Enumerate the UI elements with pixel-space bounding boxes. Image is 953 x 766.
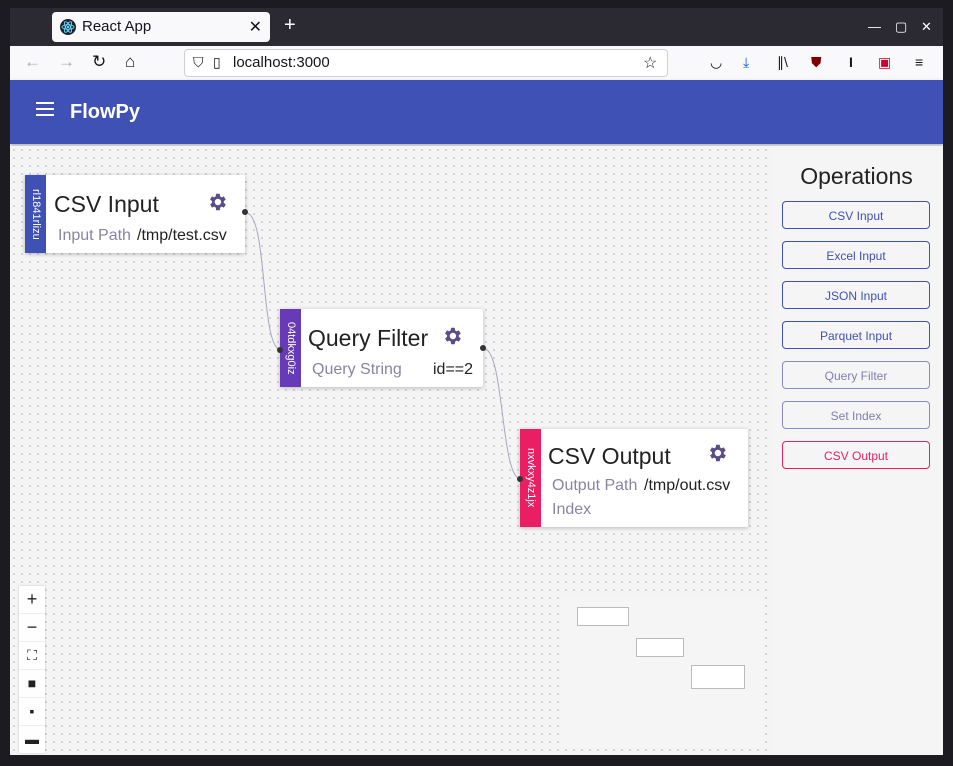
input-handle[interactable]: [517, 476, 523, 482]
forward-icon[interactable]: →: [58, 52, 75, 72]
output-handle[interactable]: [480, 345, 486, 351]
folder-icon[interactable]: ▬: [19, 726, 45, 753]
minimap[interactable]: [561, 596, 763, 748]
operations-sidebar: Operations CSV Input Excel Input JSON In…: [770, 146, 943, 755]
node-csv-output[interactable]: nxvkxy4z1jx CSV Output Output Path /tmp/…: [517, 429, 748, 527]
react-logo-icon: [60, 19, 76, 35]
download-icon[interactable]: ⤓: [743, 54, 749, 71]
sidebar-title: Operations: [800, 163, 913, 189]
node-title: Query Filter: [308, 325, 429, 351]
extension-icon[interactable]: ▣: [878, 54, 891, 71]
output-handle[interactable]: [242, 209, 248, 215]
param-label: Index: [552, 501, 592, 518]
operation-set-index-button[interactable]: Set Index: [782, 401, 930, 429]
hamburger-menu-icon[interactable]: ≡: [915, 54, 923, 70]
gear-icon[interactable]: [706, 442, 728, 469]
operation-query-filter-button[interactable]: Query Filter: [782, 361, 930, 389]
bookmark-star-icon[interactable]: ☆: [643, 53, 657, 73]
url-bar[interactable]: ⛉ ▯ localhost:3000 ☆: [184, 49, 668, 77]
library-icon[interactable]: ∥\: [777, 54, 788, 71]
param-value: /tmp/out.csv: [644, 477, 731, 494]
minimap-node: [636, 638, 684, 657]
navigation-bar: ← → ↻ ⌂ ⛉ ▯ localhost:3000 ☆ ◡ ⤓ ∥\ ⛊ I …: [10, 46, 943, 81]
minimap-node: [691, 665, 745, 689]
minimap-node: [577, 607, 629, 626]
operation-excel-input-button[interactable]: Excel Input: [782, 241, 930, 269]
back-icon[interactable]: ←: [24, 52, 41, 72]
zoom-in-icon[interactable]: +: [19, 586, 45, 614]
pocket-icon[interactable]: ◡: [710, 54, 722, 71]
maximize-icon[interactable]: ▢: [895, 19, 907, 35]
app-title: FlowPy: [70, 101, 141, 123]
gear-icon[interactable]: [441, 325, 463, 352]
node-query-filter[interactable]: 04tdkxg0iz Query Filter Query String id=…: [277, 309, 486, 387]
reload-icon[interactable]: ↻: [92, 52, 106, 72]
node-csv-input[interactable]: rl1841rlizu CSV Input Input Path /tmp/te…: [25, 175, 248, 253]
gear-icon[interactable]: [206, 191, 228, 218]
home-icon[interactable]: ⌂: [125, 52, 135, 72]
menu-icon[interactable]: [36, 102, 54, 116]
edge-query-filter-to-csv-output: [482, 347, 522, 480]
param-label: Output Path: [552, 477, 638, 494]
param-value: id==2: [433, 361, 474, 378]
edge-csv-input-to-query-filter: [245, 212, 282, 351]
shield-icon[interactable]: ⛉: [193, 54, 204, 71]
tab-close-icon[interactable]: ✕: [249, 17, 262, 37]
close-window-icon[interactable]: ✕: [921, 19, 932, 35]
reader-extension-icon[interactable]: I: [849, 54, 853, 70]
input-handle[interactable]: [277, 347, 283, 353]
app-bar: FlowPy: [10, 80, 943, 144]
tab-bar: React App ✕ + — ▢ ✕: [10, 8, 943, 46]
save-icon[interactable]: ▪: [19, 698, 45, 726]
param-label: Input Path: [58, 227, 131, 244]
flow-canvas[interactable]: rl1841rlizu CSV Input Input Path /tmp/te…: [10, 146, 770, 755]
browser-tab[interactable]: React App ✕: [52, 12, 270, 42]
node-title: CSV Output: [548, 443, 671, 469]
node-id-tag: nxvkxy4z1jx: [520, 429, 541, 527]
zoom-out-icon[interactable]: −: [19, 614, 45, 642]
fit-view-icon[interactable]: ⛶: [19, 642, 45, 670]
node-id-tag: rl1841rlizu: [25, 175, 46, 253]
operation-parquet-input-button[interactable]: Parquet Input: [782, 321, 930, 349]
minimize-icon[interactable]: —: [868, 19, 881, 34]
tab-title: React App: [82, 18, 152, 35]
node-title: CSV Input: [54, 191, 159, 217]
lock-icon[interactable]: ■: [19, 670, 45, 698]
new-tab-icon[interactable]: +: [284, 14, 296, 37]
url-text[interactable]: localhost:3000: [233, 54, 330, 71]
operation-json-input-button[interactable]: JSON Input: [782, 281, 930, 309]
operation-csv-input-button[interactable]: CSV Input: [782, 201, 930, 229]
ublock-icon[interactable]: ⛊: [811, 54, 822, 71]
canvas-controls: + − ⛶ ■ ▪ ▬: [19, 586, 45, 753]
node-id-tag: 04tdkxg0iz: [280, 309, 301, 387]
param-label: Query String: [312, 361, 402, 378]
param-value: /tmp/test.csv: [137, 227, 227, 244]
browser-window: React App ✕ + — ▢ ✕ ← → ↻ ⌂ ⛉ ▯ localhos…: [10, 8, 943, 755]
page-icon: ▯: [213, 54, 221, 70]
operation-csv-output-button[interactable]: CSV Output: [782, 441, 930, 469]
